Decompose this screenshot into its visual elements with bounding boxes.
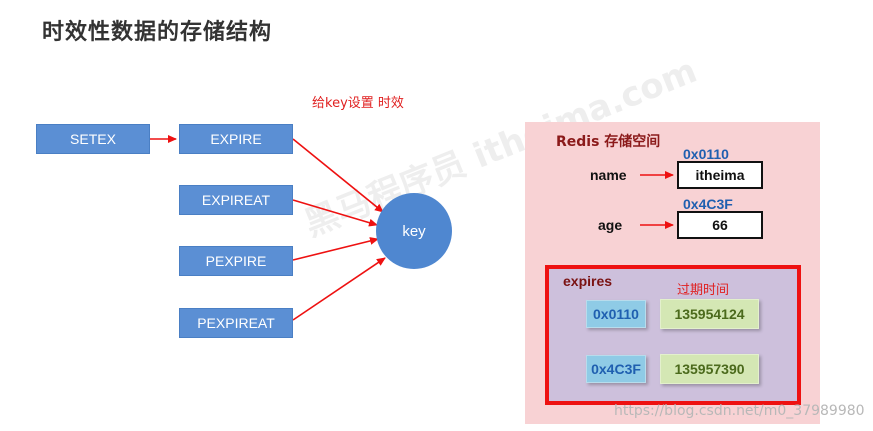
expires-timestamp-cell: 135954124 [660, 299, 759, 329]
expires-timestamp-cell: 135957390 [660, 354, 759, 384]
expires-address-cell: 0x4C3F [586, 355, 646, 383]
csdn-watermark: https://blog.csdn.net/m0_37989980 [614, 403, 865, 419]
expires-label: expires [563, 273, 613, 289]
expires-address-cell: 0x0110 [586, 300, 646, 328]
expiry-time-note: 过期时间 [677, 283, 730, 298]
